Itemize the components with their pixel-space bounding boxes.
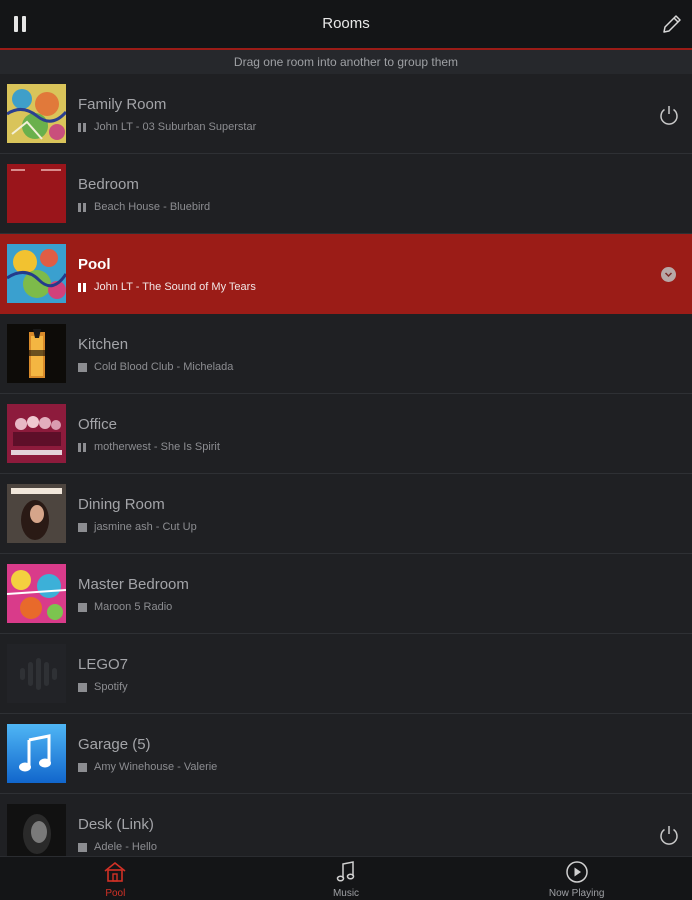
pause-icon xyxy=(78,442,87,452)
stop-icon xyxy=(78,362,87,372)
now-playing-line: motherwest - She Is Spirit xyxy=(78,441,220,453)
tab-label: Music xyxy=(332,888,360,899)
room-name: Office xyxy=(78,416,117,433)
room-row-kitchen[interactable]: Kitchen Cold Blood Club - Michelada xyxy=(0,314,692,394)
now-playing-line: Adele - Hello xyxy=(78,841,157,853)
now-playing-line: Beach House - Bluebird xyxy=(78,201,210,213)
top-bar: Rooms xyxy=(0,0,692,50)
room-name: Kitchen xyxy=(78,336,129,353)
pause-icon xyxy=(78,282,87,292)
album-art xyxy=(7,484,66,543)
page-title: Rooms xyxy=(322,15,370,32)
room-name: Pool xyxy=(78,256,111,273)
room-name: Desk (Link) xyxy=(78,816,154,833)
room-name: Garage (5) xyxy=(78,736,151,753)
room-row-master-bedroom[interactable]: Master Bedroom Maroon 5 Radio xyxy=(0,554,692,634)
pause-icon xyxy=(78,122,87,132)
room-name: Master Bedroom xyxy=(78,576,189,593)
album-art xyxy=(7,404,66,463)
track-text: Cold Blood Club - Michelada xyxy=(94,361,234,373)
tab-music[interactable]: Music xyxy=(231,857,462,900)
tab-label: Now Playing xyxy=(548,888,605,899)
power-button[interactable] xyxy=(658,104,680,126)
room-row-dining-room[interactable]: Dining Room jasmine ash - Cut Up xyxy=(0,474,692,554)
now-playing-line: Cold Blood Club - Michelada xyxy=(78,361,233,373)
room-row-office[interactable]: Office motherwest - She Is Spirit xyxy=(0,394,692,474)
room-name: Family Room xyxy=(78,96,167,113)
room-name: LEGO7 xyxy=(78,656,129,673)
track-text: jasmine ash - Cut Up xyxy=(94,521,197,533)
room-name: Dining Room xyxy=(78,496,165,513)
power-icon xyxy=(660,826,678,845)
pencil-icon xyxy=(663,15,681,33)
stop-icon xyxy=(78,842,87,852)
house-icon xyxy=(104,861,126,882)
room-name: Bedroom xyxy=(78,176,139,193)
app-root: Rooms Drag one room into another to grou… xyxy=(0,0,692,900)
tab-now-playing[interactable]: Now Playing xyxy=(461,857,692,900)
now-playing-line: Amy Winehouse - Valerie xyxy=(78,761,217,773)
album-art xyxy=(7,804,66,856)
album-art xyxy=(7,84,66,143)
album-art xyxy=(7,724,66,783)
album-art xyxy=(7,324,66,383)
album-art xyxy=(7,244,66,303)
stop-icon xyxy=(78,762,87,772)
track-text: motherwest - She Is Spirit xyxy=(94,441,220,453)
room-row-garage[interactable]: Garage (5) Amy Winehouse - Valerie xyxy=(0,714,692,794)
group-hint: Drag one room into another to group them xyxy=(0,50,692,74)
track-text: John LT - 03 Suburban Superstar xyxy=(94,121,257,133)
room-row-lego7[interactable]: LEGO7 Spotify xyxy=(0,634,692,714)
edit-button[interactable] xyxy=(660,12,684,36)
album-art-placeholder xyxy=(7,644,66,703)
tab-pool[interactable]: Pool xyxy=(0,857,231,900)
power-button[interactable] xyxy=(658,824,680,846)
track-text: Maroon 5 Radio xyxy=(94,601,173,613)
room-row-desk-link[interactable]: Desk (Link) Adele - Hello xyxy=(0,794,692,856)
track-text: John LT - The Sound of My Tears xyxy=(94,281,256,293)
power-icon xyxy=(660,106,678,125)
album-art xyxy=(7,564,66,623)
now-playing-line: John LT - 03 Suburban Superstar xyxy=(78,121,256,133)
bottom-tab-bar: Pool Music Now Playing xyxy=(0,856,692,900)
track-text: Amy Winehouse - Valerie xyxy=(94,761,218,773)
room-row-family-room[interactable]: Family Room John LT - 03 Suburban Supers… xyxy=(0,74,692,154)
chevron-down-icon xyxy=(664,272,673,278)
stop-icon xyxy=(78,522,87,532)
track-text: Spotify xyxy=(94,681,128,693)
now-playing-line: John LT - The Sound of My Tears xyxy=(78,281,256,293)
now-playing-line: jasmine ash - Cut Up xyxy=(78,521,197,533)
track-text: Adele - Hello xyxy=(94,841,157,853)
album-art xyxy=(7,164,66,223)
expand-button[interactable] xyxy=(661,267,676,282)
music-note-icon xyxy=(336,861,355,882)
room-row-pool[interactable]: Pool John LT - The Sound of My Tears xyxy=(0,234,692,314)
tab-label: Pool xyxy=(105,888,126,899)
rooms-list[interactable]: Family Room John LT - 03 Suburban Supers… xyxy=(0,74,692,856)
track-text: Beach House - Bluebird xyxy=(94,201,211,213)
stop-icon xyxy=(78,682,87,692)
stop-icon xyxy=(78,602,87,612)
play-circle-icon xyxy=(565,861,588,883)
room-row-bedroom[interactable]: Bedroom Beach House - Bluebird xyxy=(0,154,692,234)
now-playing-line: Maroon 5 Radio xyxy=(78,601,172,613)
now-playing-line: Spotify xyxy=(78,681,128,693)
pause-icon xyxy=(78,202,87,212)
